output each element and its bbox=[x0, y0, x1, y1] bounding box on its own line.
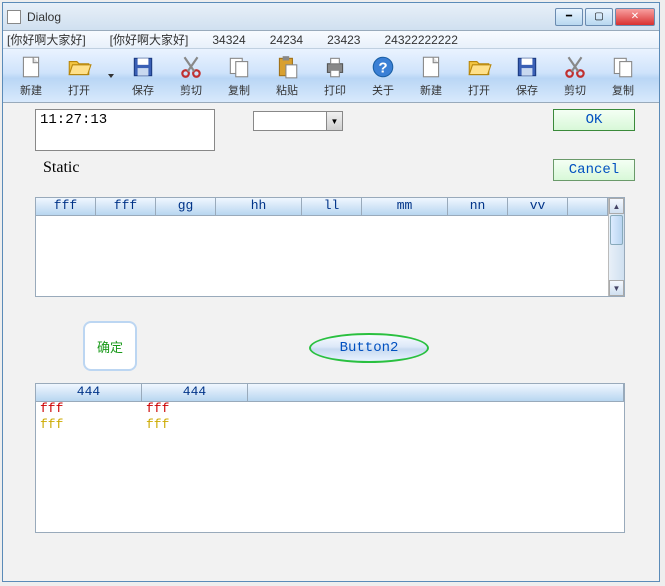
grid1-header-5[interactable]: mm bbox=[362, 198, 448, 216]
toolbar-cut-button-4[interactable]: 剪切 bbox=[167, 51, 215, 100]
close-button[interactable]: ✕ bbox=[615, 8, 655, 26]
toolbar-copy-button-13[interactable]: 复制 bbox=[599, 51, 647, 100]
grid-top[interactable]: ffffffgghhllmmnnvv ▲ ▼ bbox=[35, 197, 625, 297]
grid1-header-1[interactable]: fff bbox=[96, 198, 156, 216]
scroll-down-icon[interactable]: ▼ bbox=[609, 280, 624, 296]
save-icon bbox=[513, 53, 541, 81]
toolbar-open-button-10[interactable]: 打开 bbox=[455, 51, 503, 100]
scrollbar[interactable]: ▲ ▼ bbox=[608, 198, 624, 296]
print-icon bbox=[321, 53, 349, 81]
menu-item-0[interactable]: [你好啊大家好] bbox=[7, 31, 86, 48]
toolbar-label: 保存 bbox=[516, 82, 538, 98]
ok-button[interactable]: OK bbox=[553, 109, 635, 131]
menu-item-3[interactable]: 24234 bbox=[270, 33, 303, 47]
scroll-thumb[interactable] bbox=[610, 215, 623, 245]
grid1-header-2[interactable]: gg bbox=[156, 198, 216, 216]
grid1-header-0[interactable]: fff bbox=[36, 198, 96, 216]
dialog-window: Dialog ━ ▢ ✕ [你好啊大家好] [你好啊大家好] 34324 242… bbox=[2, 2, 660, 582]
toolbar-new-button-9[interactable]: 新建 bbox=[407, 51, 455, 100]
toolbar-help-button-8[interactable]: ? 关于 bbox=[359, 51, 407, 100]
grid2-header-spare bbox=[248, 384, 624, 402]
grid2-cell: fff bbox=[36, 418, 142, 434]
toolbar-label: 打开 bbox=[468, 82, 490, 98]
toolbar-cut-button-12[interactable]: 剪切 bbox=[551, 51, 599, 100]
help-icon: ? bbox=[369, 53, 397, 81]
toolbar-label: 新建 bbox=[420, 82, 442, 98]
toolbar-save-button-11[interactable]: 保存 bbox=[503, 51, 551, 100]
toolbar-new-button-0[interactable]: 新建 bbox=[7, 51, 55, 100]
static-label: Static bbox=[43, 159, 79, 177]
confirm-button[interactable]: 确定 bbox=[83, 321, 137, 371]
paste-icon bbox=[273, 53, 301, 81]
button2[interactable]: Button2 bbox=[309, 333, 429, 363]
toolbar-label: 剪切 bbox=[180, 82, 202, 98]
svg-text:?: ? bbox=[378, 59, 387, 76]
copy-icon bbox=[225, 53, 253, 81]
menu-item-4[interactable]: 23423 bbox=[327, 33, 360, 47]
menu-item-2[interactable]: 34324 bbox=[212, 33, 245, 47]
grid1-header-7[interactable]: vv bbox=[508, 198, 568, 216]
cancel-button[interactable]: Cancel bbox=[553, 159, 635, 181]
grid-bottom[interactable]: 444444 ffffffffffff bbox=[35, 383, 625, 533]
grid-top-body bbox=[36, 216, 608, 296]
grid1-header-spare bbox=[568, 198, 608, 216]
toolbar-label: 打开 bbox=[68, 82, 90, 98]
menubar: [你好啊大家好] [你好啊大家好] 34324 24234 23423 2432… bbox=[3, 31, 659, 49]
toolbar-label: 剪切 bbox=[564, 82, 586, 98]
toolbar-label: 复制 bbox=[228, 82, 250, 98]
titlebar[interactable]: Dialog ━ ▢ ✕ bbox=[3, 3, 659, 31]
chevron-down-icon[interactable]: ▼ bbox=[326, 112, 342, 130]
window-title: Dialog bbox=[27, 10, 555, 24]
toolbar-label: 打印 bbox=[324, 82, 346, 98]
toolbar-label: 关于 bbox=[372, 82, 394, 98]
table-row[interactable]: ffffff bbox=[36, 402, 624, 418]
maximize-button[interactable]: ▢ bbox=[585, 8, 613, 26]
toolbar-copy-button-5[interactable]: 复制 bbox=[215, 51, 263, 100]
copy-icon bbox=[609, 53, 637, 81]
grid2-cell: fff bbox=[36, 402, 142, 418]
toolbar-dropdown[interactable] bbox=[103, 51, 119, 100]
table-row[interactable]: ffffff bbox=[36, 418, 624, 434]
toolbar-save-button-3[interactable]: 保存 bbox=[119, 51, 167, 100]
toolbar-label: 粘贴 bbox=[276, 82, 298, 98]
toolbar-label: 保存 bbox=[132, 82, 154, 98]
time-display: 11:27:13 bbox=[35, 109, 215, 151]
grid1-header-6[interactable]: nn bbox=[448, 198, 508, 216]
grid2-cell: fff bbox=[142, 418, 248, 434]
open-icon bbox=[65, 53, 93, 81]
cut-icon bbox=[177, 53, 205, 81]
toolbar-label: 复制 bbox=[612, 82, 634, 98]
new-icon bbox=[17, 53, 45, 81]
toolbar-paste-button-6[interactable]: 粘贴 bbox=[263, 51, 311, 100]
combobox[interactable]: ▼ bbox=[253, 111, 343, 131]
toolbar-label: 新建 bbox=[20, 82, 42, 98]
grid1-header-4[interactable]: ll bbox=[302, 198, 362, 216]
cut-icon bbox=[561, 53, 589, 81]
toolbar-open-button-1[interactable]: 打开 bbox=[55, 51, 103, 100]
app-icon bbox=[7, 10, 21, 24]
content-area: 11:27:13 Static ▼ OK Cancel ffffffgghhll… bbox=[3, 103, 659, 581]
grid2-cell: fff bbox=[142, 402, 248, 418]
scroll-up-icon[interactable]: ▲ bbox=[609, 198, 624, 214]
toolbar-print-button-7[interactable]: 打印 bbox=[311, 51, 359, 100]
save-icon bbox=[129, 53, 157, 81]
grid2-header-0[interactable]: 444 bbox=[36, 384, 142, 402]
minimize-button[interactable]: ━ bbox=[555, 8, 583, 26]
menu-item-5[interactable]: 24322222222 bbox=[384, 33, 457, 47]
open-icon bbox=[465, 53, 493, 81]
window-buttons: ━ ▢ ✕ bbox=[555, 8, 655, 26]
grid2-header-1[interactable]: 444 bbox=[142, 384, 248, 402]
new-icon bbox=[417, 53, 445, 81]
grid1-header-3[interactable]: hh bbox=[216, 198, 302, 216]
toolbar: 新建 打开 保存 剪切 复制 粘贴 打印? 关于 新建 打开 保存 剪切 复制 bbox=[3, 49, 659, 103]
menu-item-1[interactable]: [你好啊大家好] bbox=[110, 31, 189, 48]
